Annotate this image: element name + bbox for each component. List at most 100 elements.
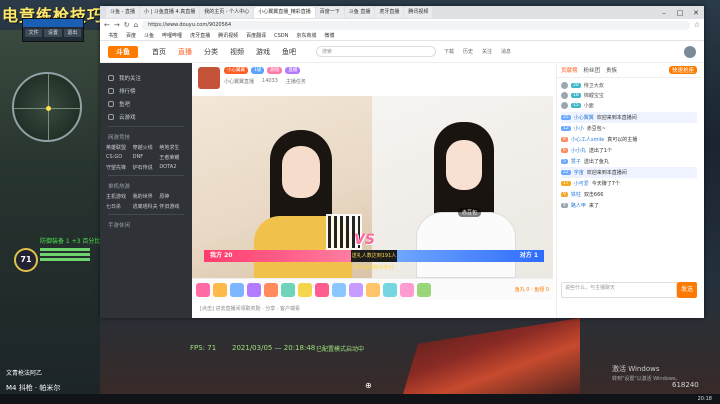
game-link[interactable]: 原神 bbox=[159, 193, 186, 200]
game-link[interactable]: 穿越火线 bbox=[133, 144, 160, 151]
sidebar-item-rank[interactable]: 排行榜 bbox=[100, 84, 192, 97]
gift-icon[interactable] bbox=[315, 282, 329, 297]
chat-user[interactable]: 小小丸 bbox=[571, 147, 586, 154]
minimize-icon[interactable]: – bbox=[656, 9, 672, 17]
sidebar-item-follow[interactable]: 我的关注 bbox=[100, 71, 192, 84]
gift-icon[interactable] bbox=[366, 282, 380, 297]
browser-tab[interactable]: 百度一下 bbox=[315, 7, 344, 18]
gift-icon[interactable] bbox=[400, 282, 414, 297]
game-link[interactable]: 英雄联盟 bbox=[106, 144, 133, 151]
gift-icon[interactable] bbox=[349, 282, 363, 297]
gift-icon[interactable] bbox=[264, 282, 278, 297]
browser-tab[interactable]: 斗鱼 - 直播 bbox=[106, 7, 139, 18]
user-avatar[interactable] bbox=[684, 45, 696, 58]
room-task[interactable]: 主播任务 bbox=[286, 78, 306, 85]
tab-noble[interactable]: 贵族 bbox=[606, 66, 617, 74]
chat-user[interactable]: 路人甲 bbox=[571, 202, 586, 209]
gift-icon[interactable] bbox=[196, 282, 210, 297]
bookmark-item[interactable]: 京东商城 bbox=[296, 32, 316, 39]
follow-icon[interactable]: 关注 bbox=[482, 48, 492, 55]
url-input[interactable]: https://www.douyu.com/9020564 bbox=[142, 20, 690, 30]
maximize-icon[interactable]: □ bbox=[672, 9, 688, 17]
nav-forum[interactable]: 鱼吧 bbox=[282, 47, 296, 57]
chat-user[interactable]: 小心工人smile bbox=[571, 136, 604, 143]
nav-home[interactable]: 首页 bbox=[152, 47, 166, 57]
download-icon[interactable]: 下载 bbox=[444, 48, 454, 55]
game-link[interactable]: 怀旧游戏 bbox=[159, 203, 186, 210]
game-link[interactable]: 主机游戏 bbox=[106, 193, 133, 200]
bookmark-item[interactable]: 百度翻译 bbox=[246, 32, 266, 39]
gift-icon[interactable] bbox=[247, 282, 261, 297]
browser-tab[interactable]: 小 | 斗鱼直播 4.真直播 bbox=[139, 7, 200, 18]
browser-tab-active[interactable]: 小心翼翼直播_精彩直播 bbox=[254, 7, 315, 18]
chat-user[interactable]: 小小 bbox=[574, 125, 584, 132]
nav-video[interactable]: 视频 bbox=[230, 47, 244, 57]
gift-icon[interactable] bbox=[417, 282, 431, 297]
game-link[interactable]: 七日杀 bbox=[106, 203, 133, 210]
sidebar-item-forum[interactable]: 鱼吧 bbox=[100, 97, 192, 110]
reload-icon[interactable]: ↻ bbox=[124, 21, 130, 29]
room-name[interactable]: 小心翼翼直播 bbox=[224, 78, 254, 85]
game-link[interactable]: 守望先锋 bbox=[106, 164, 133, 171]
tab-contribution[interactable]: 贡献榜 bbox=[561, 66, 578, 74]
star-icon[interactable]: ☆ bbox=[694, 21, 700, 29]
rank-row[interactable]: 15 小面 bbox=[561, 100, 697, 110]
chat-user[interactable]: 宇宙 bbox=[574, 169, 584, 176]
bookmark-item[interactable]: CSDN bbox=[274, 33, 288, 39]
chat-user[interactable]: 小可爱 bbox=[574, 180, 589, 187]
site-search-input[interactable]: 搜索 bbox=[316, 46, 436, 57]
home-icon[interactable]: ⌂ bbox=[134, 21, 138, 29]
gift-icon[interactable] bbox=[281, 282, 295, 297]
bookmark-item[interactable]: 微博 bbox=[324, 32, 334, 39]
mini-button[interactable]: 退出 bbox=[63, 29, 81, 37]
browser-tab[interactable]: 斗鱼 直播 bbox=[344, 7, 375, 18]
gift-icon[interactable] bbox=[332, 282, 346, 297]
game-link[interactable]: CS:GO bbox=[106, 154, 133, 161]
bookmark-item[interactable]: 腾讯视频 bbox=[218, 32, 238, 39]
bookmark-item[interactable]: 斗鱼 bbox=[144, 32, 154, 39]
game-link[interactable]: 炉石传说 bbox=[133, 164, 160, 171]
chat-input[interactable]: 说些什么，与主播聊天 bbox=[561, 282, 677, 298]
browser-tab[interactable]: 腾讯视频 bbox=[404, 7, 433, 18]
bookmark-item[interactable]: 百度 bbox=[126, 32, 136, 39]
site-logo[interactable]: 斗鱼 bbox=[108, 45, 138, 58]
bookmark-item[interactable]: 书签 bbox=[108, 32, 118, 39]
game-link[interactable]: 我的世界 bbox=[133, 193, 160, 200]
send-button[interactable]: 发送 bbox=[677, 282, 697, 298]
rank-row[interactable]: 18 锦鲤宝宝 bbox=[561, 90, 697, 100]
browser-tab[interactable]: 我的主页 - 个人中心 bbox=[200, 7, 254, 18]
nav-game[interactable]: 游戏 bbox=[256, 47, 270, 57]
game-link[interactable]: DNF bbox=[133, 154, 160, 161]
history-icon[interactable]: 历史 bbox=[463, 48, 473, 55]
video-player[interactable]: 赤豆包 VS 我方 20 送礼人数达到191人 即可获得额外积分 对方 1 bbox=[192, 96, 553, 278]
game-link[interactable]: 绝地求生 bbox=[159, 144, 186, 151]
message-icon[interactable]: 消息 bbox=[501, 48, 511, 55]
tab-fans[interactable]: 粉丝团 bbox=[584, 66, 601, 74]
bookmark-item[interactable]: 哔哩哔哩 bbox=[162, 32, 182, 39]
gift-icon[interactable] bbox=[230, 282, 244, 297]
nav-live[interactable]: 直播 bbox=[178, 47, 192, 57]
streamer-avatar[interactable] bbox=[198, 67, 220, 89]
game-link[interactable]: DOTA2 bbox=[159, 164, 186, 171]
bookmark-item[interactable]: 虎牙直播 bbox=[190, 32, 210, 39]
chat-user[interactable]: 小心翼翼 bbox=[574, 114, 594, 121]
chat-user[interactable]: 慧子 bbox=[571, 158, 581, 165]
sidebar-item-cloud[interactable]: 云游戏 bbox=[100, 110, 192, 123]
gift-icon[interactable] bbox=[383, 282, 397, 297]
browser-tab[interactable]: 虎牙直播 bbox=[375, 7, 404, 18]
mini-button[interactable]: 文件 bbox=[25, 29, 43, 37]
grab-seat-button[interactable]: 快速抢座 bbox=[668, 66, 697, 74]
chat-user[interactable]: 铁柱 bbox=[571, 191, 581, 198]
nav-category[interactable]: 分类 bbox=[204, 47, 218, 57]
back-icon[interactable]: ← bbox=[104, 21, 110, 29]
game-link[interactable]: 王者荣耀 bbox=[159, 154, 186, 161]
game-link[interactable]: 逃离塔科夫 bbox=[133, 203, 160, 210]
chat-message: 4 路人甲 来了 bbox=[561, 200, 697, 211]
forward-icon[interactable]: → bbox=[114, 21, 120, 29]
rank-row[interactable]: 20 侍卫大叔 bbox=[561, 80, 697, 90]
gift-icon[interactable] bbox=[213, 282, 227, 297]
gift-icon[interactable] bbox=[298, 282, 312, 297]
mini-button[interactable]: 设置 bbox=[44, 29, 62, 37]
level-badge: 25 bbox=[561, 115, 571, 120]
close-icon[interactable]: ✕ bbox=[688, 9, 704, 17]
